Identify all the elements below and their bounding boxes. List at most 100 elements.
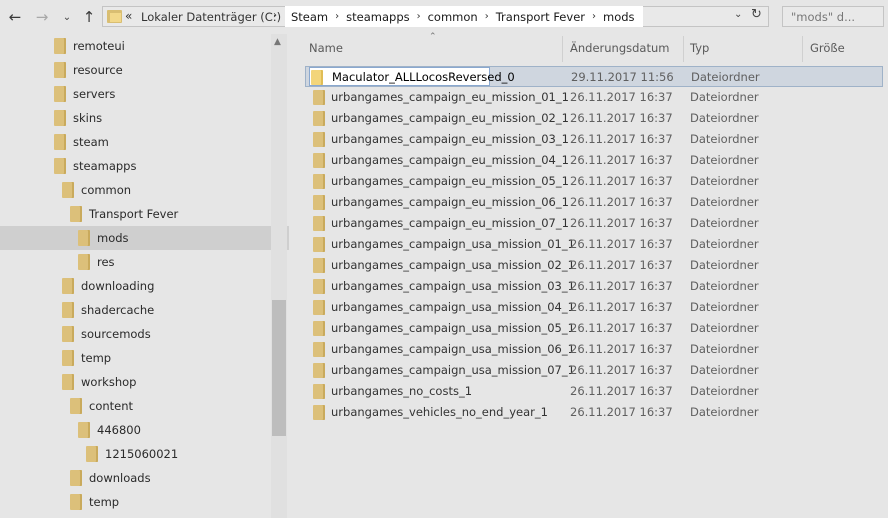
file-date: 26.11.2017 16:37 [570,174,673,188]
file-row[interactable]: urbangames_campaign_eu_mission_06_1 26.11… [305,192,883,213]
file-type: Dateiordner [690,90,759,104]
refresh-button[interactable]: ↻ [751,7,762,22]
tree-item[interactable]: Transport Fever [70,202,178,226]
file-row[interactable]: urbangames_campaign_usa_mission_06_1 26.1… [305,339,883,360]
folder-icon [70,206,82,222]
tree-item[interactable]: content [70,394,133,418]
tree-item[interactable]: common [62,178,131,202]
tree-item[interactable]: 446800 [78,418,141,442]
file-row[interactable]: urbangames_campaign_eu_mission_04_1 26.11… [305,150,883,171]
tree-item[interactable]: sourcemods [62,322,151,346]
breadcrumb[interactable]: Steam › steamapps › common › Transport Fever › m… [285,6,643,27]
breadcrumb-separator[interactable]: › [335,11,339,22]
tree-item-label: servers [73,87,116,101]
address-toolbar: ← → ⌄ ↑ « Lokaler Datenträger (C:) › Ste… [0,0,888,34]
folder-icon [311,70,323,85]
navigation-pane: remoteui resource servers skins steam steamap… [0,34,349,518]
file-row[interactable]: urbangames_campaign_usa_mission_05_1 26.1… [305,318,883,339]
folder-icon [313,216,325,231]
tree-item[interactable]: downloading [62,274,154,298]
file-row[interactable]: urbangames_campaign_usa_mission_01_1 26.1… [305,234,883,255]
tree-item-label: remoteui [73,39,125,53]
tree-item[interactable]: shadercache [62,298,154,322]
column-divider[interactable] [562,36,563,62]
path-overflow-button[interactable]: « [125,9,132,23]
breadcrumb-segment[interactable]: mods [603,10,635,24]
folder-icon [313,363,325,378]
breadcrumb-segment[interactable]: steamapps [346,10,409,24]
navigation-scrollbar[interactable]: ▲ [271,34,287,518]
breadcrumb-segment[interactable]: Transport Fever [496,10,585,24]
column-header-name[interactable]: Name [309,41,343,55]
search-input[interactable]: "mods" d... [791,10,855,24]
sort-ascending-icon: ⌃ [429,32,437,42]
tree-item[interactable]: remoteui [54,34,125,58]
breadcrumb-separator[interactable]: › [592,11,596,22]
file-row[interactable]: urbangames_no_costs_1 26.11.2017 16:37 Dat… [305,381,883,402]
search-box[interactable]: "mods" d... [782,6,884,27]
tree-item[interactable]: steamapps [54,154,136,178]
column-divider[interactable] [802,36,803,62]
tree-item-label: mods [97,231,129,245]
folder-icon [107,10,122,23]
scrollbar-thumb[interactable] [272,300,286,436]
file-name: urbangames_campaign_usa_mission_04_1 [331,300,575,314]
breadcrumb-segment[interactable]: Steam [291,10,328,24]
column-divider[interactable] [683,36,684,62]
back-button[interactable]: ← [6,7,24,27]
folder-icon [78,422,90,438]
breadcrumb-segment[interactable]: common [428,10,478,24]
breadcrumb-root[interactable]: Lokaler Datenträger (C:) [141,10,281,24]
column-header-size[interactable]: Größe [810,41,845,55]
folder-icon [313,174,325,189]
file-type: Dateiordner [690,363,759,377]
file-date: 26.11.2017 16:37 [570,384,673,398]
up-button[interactable]: ↑ [80,7,98,27]
file-row[interactable]: urbangames_campaign_usa_mission_03_1 26.1… [305,276,883,297]
address-bar[interactable]: « Lokaler Datenträger (C:) › Steam › steam… [102,6,769,27]
tree-item-label: downloads [89,471,151,485]
tree-item[interactable]: 1215060021 [86,442,178,466]
column-header-type[interactable]: Typ [690,41,709,55]
address-history-button[interactable]: ⌄ [734,9,742,20]
file-date: 26.11.2017 16:37 [570,132,673,146]
tree-item[interactable]: resource [54,58,123,82]
rename-input[interactable]: Maculator_ALLLocosReversed_0 [309,67,515,86]
file-date: 26.11.2017 16:37 [570,153,673,167]
tree-item[interactable]: servers [54,82,115,106]
file-row[interactable]: urbangames_vehicles_no_end_year_1 26.11.2… [305,402,883,423]
tree-item[interactable]: downloads [70,466,151,490]
breadcrumb-separator[interactable]: › [485,11,489,22]
tree-item-label: res [97,255,115,269]
file-row[interactable]: urbangames_campaign_usa_mission_02_1 26.1… [305,255,883,276]
tree-item[interactable]: skins [54,106,102,130]
folder-icon [70,494,82,510]
file-row[interactable]: urbangames_campaign_eu_mission_01_1 26.11… [305,87,883,108]
file-row[interactable]: urbangames_campaign_usa_mission_04_1 26.1… [305,297,883,318]
folder-icon [313,237,325,252]
folder-icon [313,90,325,105]
breadcrumb-separator[interactable]: › [417,11,421,22]
file-row[interactable]: urbangames_campaign_eu_mission_03_1 26.11… [305,129,883,150]
tree-item[interactable]: temp [70,490,119,514]
tree-item[interactable]: steam [54,130,109,154]
file-date: 26.11.2017 16:37 [570,195,673,209]
breadcrumb-separator[interactable]: › [273,10,277,21]
file-type: Dateiordner [690,384,759,398]
folder-icon [313,153,325,168]
column-header-date[interactable]: Änderungsdatum [570,41,669,55]
forward-button[interactable]: → [33,7,51,27]
file-row[interactable]: urbangames_campaign_eu_mission_05_1 26.11… [305,171,883,192]
tree-item[interactable]: workshop [62,370,136,394]
tree-item[interactable]: res [78,250,115,274]
folder-icon [313,258,325,273]
file-row[interactable]: urbangames_campaign_eu_mission_07_1 26.11… [305,213,883,234]
tree-item[interactable]: temp [62,346,111,370]
folder-icon [54,134,66,150]
file-row[interactable]: urbangames_campaign_usa_mission_07_1 26.1… [305,360,883,381]
file-row[interactable]: Maculator_ALLLocosReversed_0 29.11.2017 1… [305,66,883,87]
recent-locations-button[interactable]: ⌄ [58,7,76,27]
file-name: urbangames_campaign_eu_mission_04_1 [331,153,569,167]
scroll-up-icon[interactable]: ▲ [274,37,281,47]
file-row[interactable]: urbangames_campaign_eu_mission_02_1 26.11… [305,108,883,129]
